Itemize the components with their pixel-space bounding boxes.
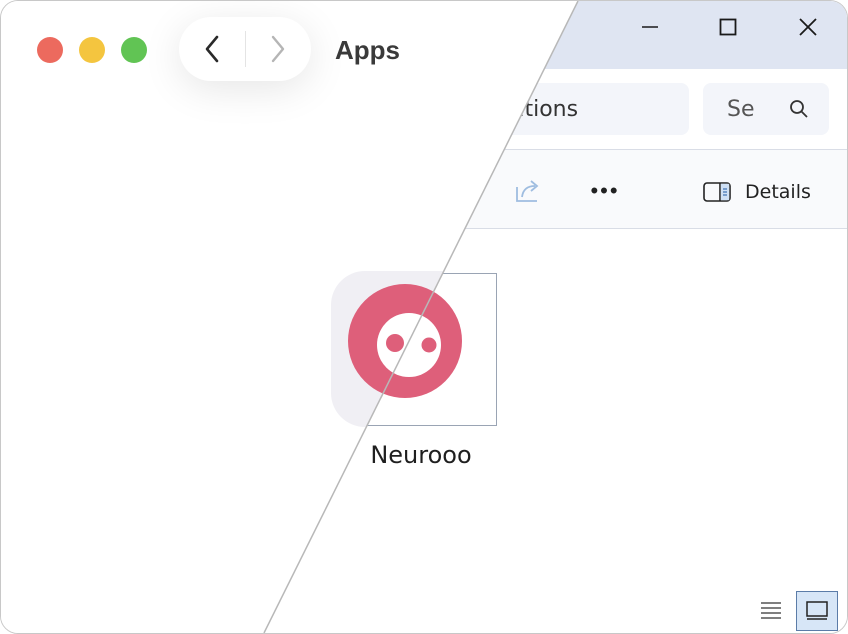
chevron-right-icon [272, 35, 285, 63]
share-icon [516, 180, 539, 202]
file-name-label[interactable]: Neurooo [341, 441, 501, 469]
navigation-pill [179, 17, 311, 81]
mac-minimize-button[interactable] [79, 37, 105, 63]
more-options-button[interactable]: ••• [587, 177, 623, 205]
minimize-button[interactable] [627, 9, 673, 45]
list-view-button[interactable] [759, 599, 783, 621]
search-box[interactable]: Se [703, 83, 829, 135]
window-frame: ations Se ••• Details Apps Neurooo [0, 0, 848, 634]
mac-close-button[interactable] [37, 37, 63, 63]
tiles-view-icon [806, 601, 828, 620]
minimize-icon [642, 26, 658, 28]
mac-zoom-button[interactable] [121, 37, 147, 63]
share-button[interactable] [513, 177, 543, 205]
list-view-icon [761, 602, 781, 619]
back-button[interactable] [179, 17, 245, 81]
maximize-icon [719, 18, 737, 36]
window-title: Apps [335, 35, 400, 65]
details-label: Details [745, 181, 811, 203]
search-placeholder: Se [727, 96, 755, 122]
close-icon [799, 18, 817, 36]
details-button[interactable]: Details [703, 177, 811, 207]
details-pane-icon [703, 182, 731, 202]
tiles-view-button[interactable] [796, 591, 838, 631]
forward-button[interactable] [246, 17, 312, 81]
chevron-left-icon [205, 35, 219, 63]
maximize-button[interactable] [705, 9, 751, 45]
search-icon [790, 100, 808, 118]
app-logo-icon[interactable] [347, 283, 463, 399]
close-button[interactable] [785, 9, 831, 45]
